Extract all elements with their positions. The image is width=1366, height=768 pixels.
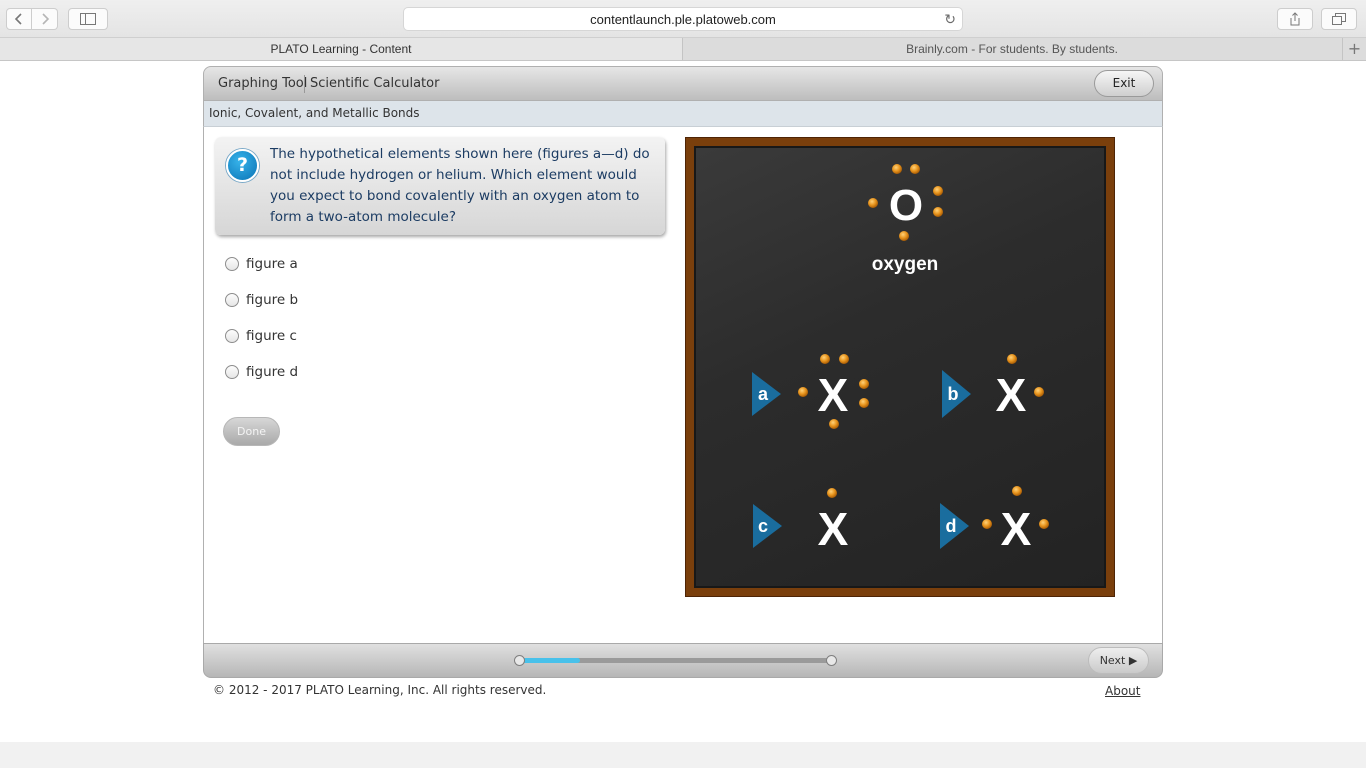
option-figure-a[interactable]: figure a (225, 254, 298, 274)
done-button[interactable]: Done (223, 417, 280, 446)
progress-fill (517, 658, 581, 663)
tab-plato[interactable]: PLATO Learning - Content (0, 38, 683, 60)
radio-button[interactable] (225, 293, 239, 307)
marker-label-c: c (758, 516, 768, 536)
option-figure-c[interactable]: figure c (225, 326, 297, 346)
chevron-right-icon (41, 13, 49, 25)
radio-button[interactable] (225, 365, 239, 379)
url-text: contentlaunch.ple.platoweb.com (590, 12, 776, 27)
option-label[interactable]: figure d (246, 364, 298, 380)
element-symbol-a: X (818, 369, 849, 421)
element-d: d X (940, 486, 1049, 555)
element-symbol-d: X (1001, 503, 1032, 555)
option-label[interactable]: figure c (246, 328, 297, 344)
element-symbol-b: X (996, 369, 1027, 421)
oxygen-symbol: O (889, 181, 923, 230)
copyright-text: © 2012 - 2017 PLATO Learning, Inc. All r… (213, 683, 547, 697)
plus-icon[interactable]: + (1342, 38, 1366, 60)
question-text: The hypothetical elements shown here (fi… (270, 146, 650, 225)
lewis-dot-figure: O oxygen a X b X c X d X (752, 164, 1049, 555)
plato-app: Graphing Tool Scientific Calculator Exit… (203, 66, 1163, 678)
forward-button[interactable] (32, 8, 58, 30)
marker-label-d: d (946, 516, 957, 536)
element-b: b X (942, 354, 1044, 421)
tabs-overview-button[interactable] (1321, 8, 1357, 30)
about-link[interactable]: About (1105, 684, 1140, 698)
exit-button[interactable]: Exit (1094, 70, 1154, 97)
scientific-calculator-link[interactable]: Scientific Calculator (310, 67, 439, 101)
question-icon: ? (226, 149, 259, 182)
option-label[interactable]: figure a (246, 256, 298, 272)
sidebar-icon (80, 13, 96, 25)
chevron-left-icon (14, 13, 22, 25)
tab-bar: PLATO Learning - Content Brainly.com - F… (0, 38, 1366, 61)
option-figure-b[interactable]: figure b (225, 290, 298, 310)
app-footer: Next ▶ (203, 643, 1163, 678)
address-bar[interactable]: contentlaunch.ple.platoweb.com ↻ (403, 7, 963, 31)
next-button[interactable]: Next ▶ (1088, 647, 1149, 674)
content-area: ? The hypothetical elements shown here (… (203, 127, 1163, 643)
chalkboard: O oxygen a X b X c X d X (694, 146, 1106, 588)
share-button[interactable] (1277, 8, 1313, 30)
option-figure-d[interactable]: figure d (225, 362, 298, 382)
tabs-overview-icon (1332, 13, 1346, 25)
option-label[interactable]: figure b (246, 292, 298, 308)
marker-label-b: b (948, 384, 959, 404)
sidebar-button[interactable] (68, 8, 108, 30)
tool-divider (304, 75, 305, 93)
app-header: Graphing Tool Scientific Calculator Exit (203, 66, 1163, 101)
marker-label-a: a (758, 384, 769, 404)
oxygen-label: oxygen (872, 254, 939, 275)
element-symbol-c: X (818, 503, 849, 555)
radio-button[interactable] (225, 329, 239, 343)
element-c: c X (753, 488, 849, 555)
reload-icon[interactable]: ↻ (944, 8, 956, 31)
graphing-tool-link[interactable]: Graphing Tool (218, 67, 307, 101)
question-box: ? The hypothetical elements shown here (… (215, 137, 665, 235)
figure-board: O oxygen a X b X c X d X (685, 137, 1115, 597)
lesson-bar: Ionic, Covalent, and Metallic Bonds (203, 101, 1163, 127)
lesson-title: Ionic, Covalent, and Metallic Bonds (209, 106, 420, 120)
page-bottom-strip (0, 742, 1366, 768)
tab-brainly[interactable]: Brainly.com - For students. By students. (684, 38, 1340, 60)
browser-toolbar: contentlaunch.ple.platoweb.com ↻ (0, 0, 1366, 38)
progress-bar (514, 655, 837, 666)
element-a: a X (752, 354, 869, 429)
share-icon (1290, 12, 1300, 26)
radio-button[interactable] (225, 257, 239, 271)
progress-start-knob (514, 655, 525, 666)
progress-end-knob (826, 655, 837, 666)
back-button[interactable] (6, 8, 32, 30)
